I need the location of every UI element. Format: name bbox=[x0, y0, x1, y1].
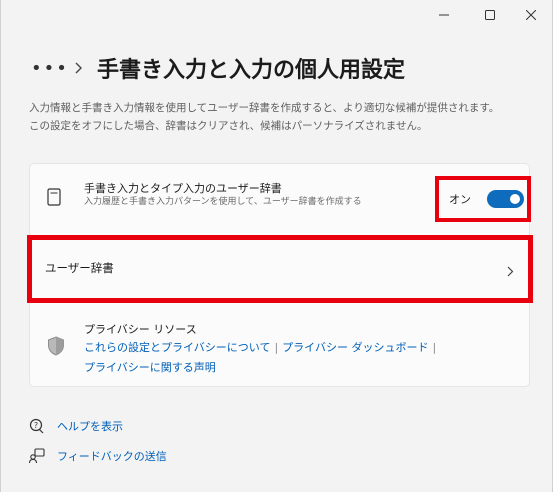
user-dictionary-setting: 手書き入力とタイプ入力のユーザー辞書 入力履歴と手書き入力パターンを使用して、ユ… bbox=[30, 164, 531, 234]
settings-window: ••• 手書き入力と入力の個人用設定 入力情報と手書き入力情報を使用してユーザー… bbox=[0, 0, 553, 492]
breadcrumb: ••• 手書き入力と入力の個人用設定 bbox=[31, 48, 405, 88]
privacy-statement-link[interactable]: プライバシーに関する声明 bbox=[84, 361, 216, 374]
setting-subtitle: 入力履歴と手書き入力パターンを使用して、ユーザー辞書を作成する bbox=[84, 197, 362, 207]
description-line-2: この設定をオフにした場合、辞書はクリアされ、候補はパーソナライズされません。 bbox=[29, 120, 428, 132]
help-icon: ? bbox=[29, 418, 45, 434]
more-icon[interactable]: ••• bbox=[31, 58, 67, 79]
shield-icon bbox=[47, 336, 65, 360]
privacy-links: これらの設定とプライバシーについて | プライバシー ダッシュボード | プライバシー… bbox=[84, 338, 504, 378]
privacy-title: プライバシー リソース bbox=[84, 323, 197, 336]
user-dictionary-toggle[interactable] bbox=[487, 190, 524, 208]
feedback-item[interactable]: フィードバックの送信 bbox=[29, 446, 167, 466]
feedback-icon bbox=[29, 448, 45, 464]
toggle-highlight: オン bbox=[435, 176, 531, 222]
minimize-button[interactable] bbox=[421, 0, 467, 30]
user-dictionary-link[interactable]: ユーザー辞書 bbox=[27, 235, 533, 303]
help-link[interactable]: ヘルプを表示 bbox=[57, 418, 123, 434]
privacy-dashboard-link[interactable]: プライバシー ダッシュボード bbox=[282, 341, 428, 354]
toggle-state-label: オン bbox=[449, 193, 471, 206]
page-title: 手書き入力と入力の個人用設定 bbox=[97, 58, 406, 83]
svg-text:?: ? bbox=[34, 421, 38, 430]
page-description: 入力情報と手書き入力情報を使用してユーザー辞書を作成すると、より適切な候補が提供… bbox=[29, 99, 539, 135]
user-dictionary-label: ユーザー辞書 bbox=[45, 261, 114, 275]
close-icon bbox=[526, 10, 536, 20]
close-button[interactable] bbox=[508, 0, 553, 30]
dictionary-card: 手書き入力とタイプ入力のユーザー辞書 入力履歴と手書き入力パターンを使用して、ユ… bbox=[27, 163, 533, 387]
feedback-link[interactable]: フィードバックの送信 bbox=[57, 448, 167, 464]
chevron-right-icon bbox=[75, 59, 83, 78]
chevron-right-icon bbox=[507, 262, 514, 281]
link-separator: | bbox=[274, 341, 279, 354]
link-separator: | bbox=[432, 341, 437, 354]
notebook-icon bbox=[47, 188, 61, 210]
maximize-button[interactable] bbox=[467, 0, 513, 30]
description-line-1: 入力情報と手書き入力情報を使用してユーザー辞書を作成すると、より適切な候補が提供… bbox=[29, 102, 500, 114]
maximize-icon bbox=[485, 10, 495, 20]
toggle-knob bbox=[510, 194, 520, 204]
help-item[interactable]: ? ヘルプを表示 bbox=[29, 416, 123, 436]
setting-title: 手書き入力とタイプ入力のユーザー辞書 bbox=[84, 182, 282, 195]
minimize-icon bbox=[439, 14, 449, 16]
privacy-settings-link[interactable]: これらの設定とプライバシーについて bbox=[84, 341, 270, 354]
